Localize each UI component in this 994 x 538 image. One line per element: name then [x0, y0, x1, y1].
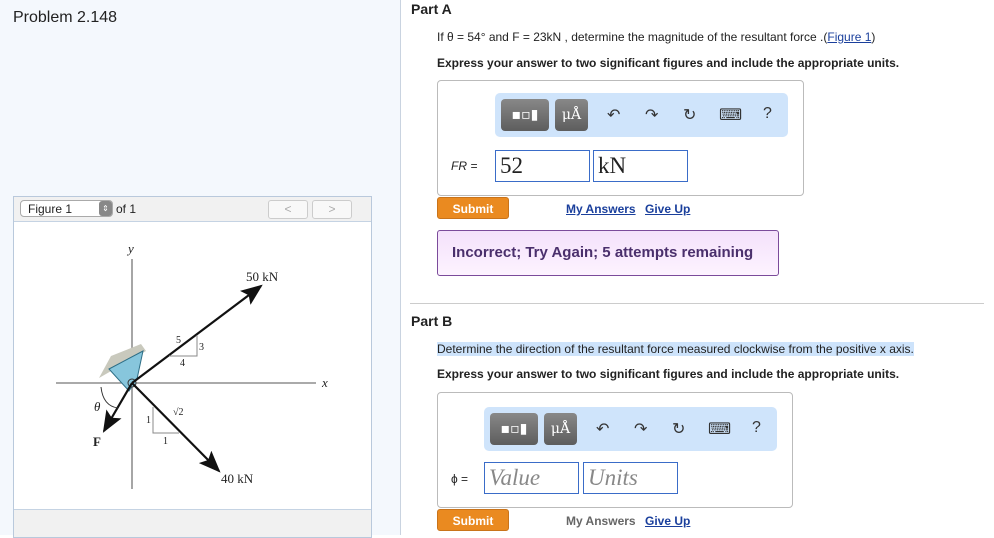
theta-arc: [100, 386, 119, 409]
keyboard-icon[interactable]: ⌨: [719, 105, 742, 125]
label-1a: 1: [146, 415, 151, 426]
part-a-instruction: Express your answer to two significant f…: [437, 56, 900, 70]
force-50kN: [131, 284, 263, 384]
select-arrows-icon: ⇕: [99, 201, 112, 216]
part-a-question: If θ = 54° and F = 23kN , determine the …: [437, 30, 875, 44]
help-icon[interactable]: ?: [763, 105, 772, 123]
figure-select[interactable]: Figure 1 ⇕: [20, 200, 113, 217]
x-label: x: [321, 375, 328, 390]
templates-button[interactable]: ▪▫▮: [501, 99, 549, 131]
label-40kN: 40 kN: [221, 471, 254, 486]
part-a-submit-button[interactable]: Submit: [437, 197, 509, 219]
part-b-title: Part B: [411, 313, 453, 329]
figure-select-value: Figure 1: [28, 202, 73, 216]
units-input[interactable]: Units: [583, 462, 678, 494]
question-text: If θ = 54° and F = 23kN , determine the …: [437, 30, 828, 44]
label-F: F: [93, 434, 101, 449]
label-50kN: 50 kN: [246, 269, 279, 284]
reset-icon[interactable]: ↻: [672, 419, 685, 439]
label-theta: θ: [94, 399, 101, 414]
phi-label: ϕ =: [451, 472, 469, 486]
units-input[interactable]: kN: [593, 150, 688, 182]
question-end: ): [871, 30, 876, 44]
undo-icon[interactable]: ↶: [607, 105, 620, 125]
redo-icon[interactable]: ↷: [634, 419, 647, 439]
templates-button[interactable]: ▪▫▮: [490, 413, 538, 445]
label-3: 3: [199, 342, 204, 353]
units-button[interactable]: μÅ: [544, 413, 577, 445]
figure-panel: Problem 2.148 Figure 1 ⇕ of 1 < > y x 50…: [0, 0, 401, 538]
fr-label: FR =: [451, 159, 478, 173]
figure-toolbar: Figure 1 ⇕ of 1 < >: [14, 197, 371, 222]
part-b-my-answers: My Answers: [566, 514, 636, 528]
part-b-submit-button[interactable]: Submit: [437, 509, 509, 531]
units-button[interactable]: μÅ: [555, 99, 588, 131]
prev-figure-button[interactable]: <: [268, 200, 308, 219]
label-4: 4: [180, 358, 185, 369]
math-toolbar: ▪▫▮ μÅ ↶ ↷ ↻ ⌨ ?: [495, 93, 788, 137]
value-input[interactable]: 52: [495, 150, 590, 182]
divider: [410, 303, 984, 304]
force-F: [102, 382, 133, 433]
force-diagram: y x 50 kN 40 kN F θ 5 3 4 √2 1 1: [56, 241, 328, 489]
redo-icon[interactable]: ↷: [645, 105, 658, 125]
y-label: y: [126, 241, 134, 256]
label-sqrt2: √2: [173, 407, 184, 418]
help-icon[interactable]: ?: [752, 419, 761, 437]
problem-title: Problem 2.148: [13, 9, 118, 26]
part-b-give-up-link[interactable]: Give Up: [645, 514, 690, 528]
part-a-my-answers-link[interactable]: My Answers: [566, 202, 636, 216]
part-b-question: Determine the direction of the resultant…: [437, 342, 914, 356]
keyboard-icon[interactable]: ⌨: [708, 419, 731, 439]
undo-icon[interactable]: ↶: [596, 419, 609, 439]
value-input[interactable]: Value: [484, 462, 579, 494]
figure-footer: [14, 509, 371, 537]
figure-count: of 1: [116, 202, 137, 216]
part-a-give-up-link[interactable]: Give Up: [645, 202, 690, 216]
next-figure-button[interactable]: >: [312, 200, 352, 219]
feedback-message: Incorrect; Try Again; 5 attempts remaini…: [437, 230, 779, 276]
label-1b: 1: [163, 436, 168, 447]
part-b-instruction: Express your answer to two significant f…: [437, 367, 900, 381]
math-toolbar: ▪▫▮ μÅ ↶ ↷ ↻ ⌨ ?: [484, 407, 777, 451]
label-5: 5: [176, 335, 181, 346]
figure-viewer: Figure 1 ⇕ of 1 < > y x 50 kN 40 kN F θ …: [13, 196, 372, 538]
part-a-title: Part A: [411, 1, 452, 17]
part-a-answer-box: ▪▫▮ μÅ ↶ ↷ ↻ ⌨ ? FR = 52 kN: [437, 80, 804, 196]
figure-link[interactable]: Figure 1: [827, 30, 871, 44]
part-b-answer-box: ▪▫▮ μÅ ↶ ↷ ↻ ⌨ ? ϕ = Value Units: [437, 392, 793, 508]
force-40kN: [131, 382, 221, 473]
reset-icon[interactable]: ↻: [683, 105, 696, 125]
